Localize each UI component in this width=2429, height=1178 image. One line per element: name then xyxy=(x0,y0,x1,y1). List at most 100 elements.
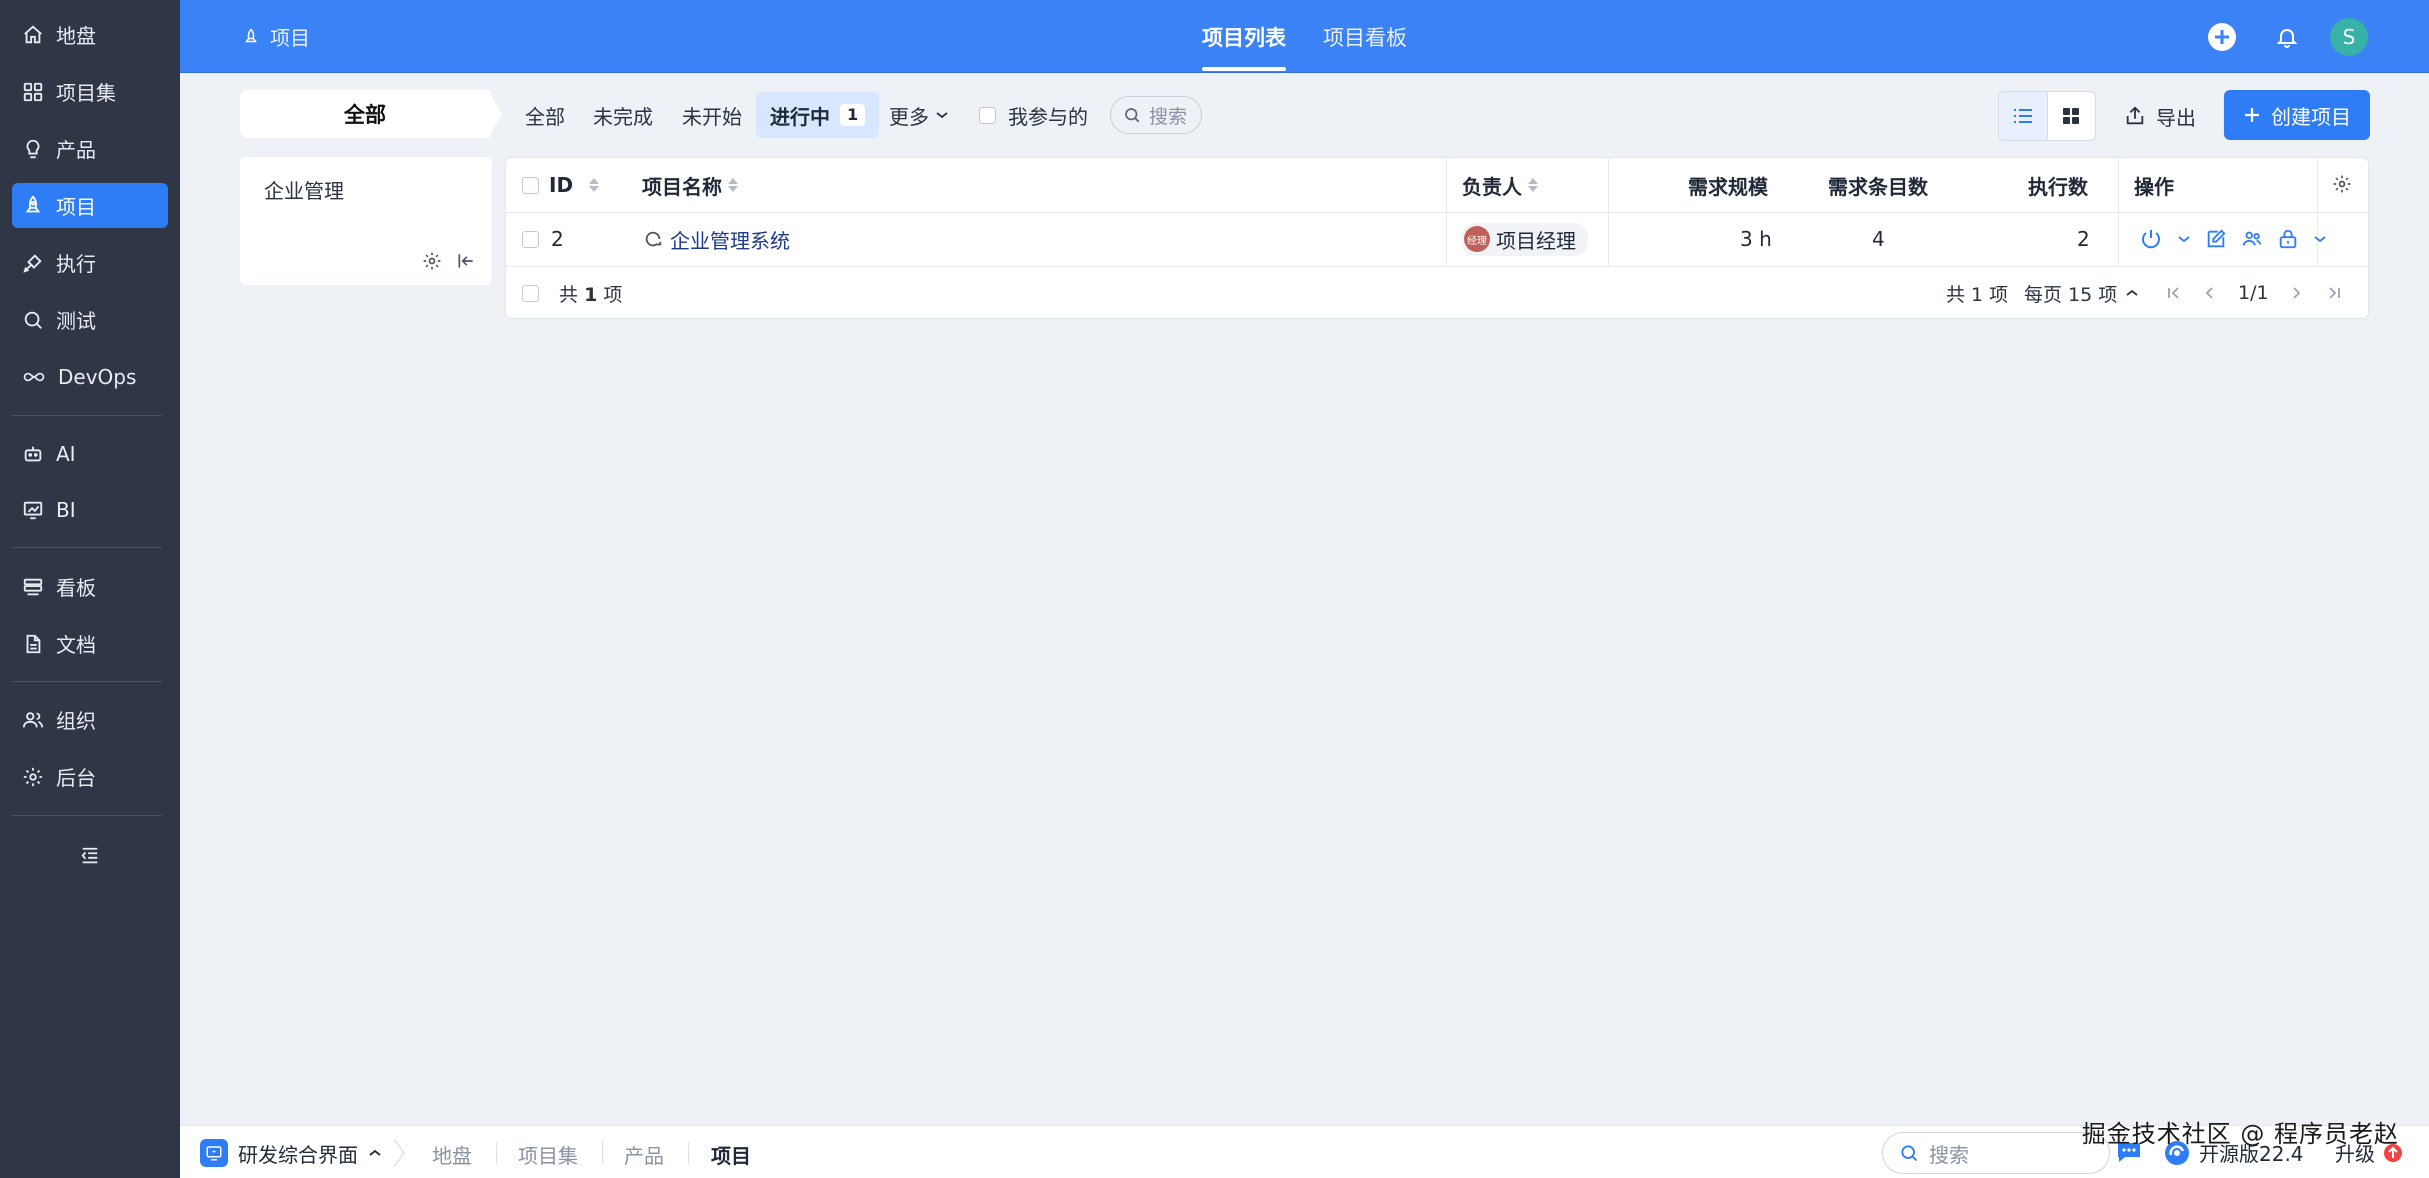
column-header-scale[interactable]: 需求规模 xyxy=(1688,158,1768,212)
edit-icon xyxy=(2207,229,2226,248)
column-header-id[interactable]: ID xyxy=(522,158,600,212)
page-indicator: 1/1 xyxy=(2238,282,2269,304)
lock-icon xyxy=(2279,229,2297,249)
grid-icon xyxy=(2061,106,2081,126)
prev-page-button[interactable] xyxy=(2204,266,2216,320)
search-toggle[interactable]: 搜索 xyxy=(1110,96,1202,134)
tree-collapse-button[interactable] xyxy=(456,251,476,271)
column-owner-label: 负责人 xyxy=(1462,174,1522,199)
sidebar-item-org[interactable]: 组织 xyxy=(12,697,168,742)
start-dropdown-button[interactable] xyxy=(2177,234,2191,244)
crumb-separator xyxy=(496,1142,497,1164)
sidebar-item-product[interactable]: 产品 xyxy=(12,126,168,171)
sidebar-item-test[interactable]: 测试 xyxy=(12,297,168,342)
last-page-icon xyxy=(2326,286,2342,300)
filter-involved[interactable]: 我参与的 xyxy=(979,92,1088,138)
table-settings-button[interactable] xyxy=(2332,174,2352,194)
active-tab-indicator xyxy=(1202,67,1286,71)
sidebar-item-dashboard[interactable]: 地盘 xyxy=(12,12,168,57)
filter-count-badge: 1 xyxy=(840,104,866,126)
tree-item-program[interactable]: 企业管理 xyxy=(264,175,344,204)
list-view-button[interactable] xyxy=(1999,92,2048,140)
rocket-icon xyxy=(22,195,44,217)
sidebar-item-program[interactable]: 项目集 xyxy=(12,69,168,114)
more-actions-button[interactable] xyxy=(2313,234,2327,244)
export-button[interactable]: 导出 xyxy=(2124,98,2196,134)
launch-icon xyxy=(22,252,44,274)
column-header-executions[interactable]: 执行数 xyxy=(2028,158,2088,212)
column-header-name[interactable]: 项目名称 xyxy=(642,158,738,212)
sidebar-divider xyxy=(12,415,162,416)
sidebar-item-ai[interactable]: AI xyxy=(12,431,168,476)
execution-count: 2 xyxy=(2077,227,2090,251)
footer-crumb-dashboard[interactable]: 地盘 xyxy=(432,1140,472,1169)
user-avatar[interactable]: S xyxy=(2330,18,2368,56)
tree-settings-button[interactable] xyxy=(422,251,442,271)
sidebar-item-label: 测试 xyxy=(56,309,96,333)
sort-icon xyxy=(1528,178,1538,192)
per-page-label: 每页 15 项 xyxy=(2024,283,2118,306)
team-button[interactable] xyxy=(2241,228,2263,250)
filter-wait[interactable]: 未开始 xyxy=(682,92,742,138)
notifications-button[interactable] xyxy=(2268,18,2306,56)
create-project-label: 创建项目 xyxy=(2271,104,2351,129)
search-icon xyxy=(1899,1143,1919,1163)
footer-select-all-checkbox[interactable] xyxy=(522,284,539,302)
sidebar-item-kanban[interactable]: 看板 xyxy=(12,564,168,609)
sidebar-item-label: DevOps xyxy=(58,364,137,389)
project-name-link[interactable]: 企业管理系统 xyxy=(642,212,790,266)
column-header-owner[interactable]: 负责人 xyxy=(1462,158,1538,212)
row-checkbox[interactable] xyxy=(522,230,539,248)
summary-text: 共 1 项 xyxy=(559,280,622,307)
sidebar-item-doc[interactable]: 文档 xyxy=(12,621,168,666)
create-project-button[interactable]: 创建项目 xyxy=(2224,90,2370,140)
sidebar-item-label: 后台 xyxy=(56,766,96,790)
next-page-button[interactable] xyxy=(2290,266,2302,320)
filter-all[interactable]: 全部 xyxy=(525,92,565,138)
sidebar-item-bi[interactable]: BI xyxy=(12,487,168,532)
column-header-stories[interactable]: 需求条目数 xyxy=(1828,158,1928,212)
start-button[interactable] xyxy=(2139,227,2163,251)
sidebar-collapse-button[interactable] xyxy=(70,840,110,872)
app-switcher[interactable]: 研发综合界面 xyxy=(200,1136,382,1170)
sidebar-item-label: 地盘 xyxy=(56,24,96,48)
summary-suffix: 项 xyxy=(603,283,623,306)
owner-chip[interactable]: 经理 项目经理 xyxy=(1462,222,1588,256)
whitelist-button[interactable] xyxy=(2277,228,2299,250)
crumb-separator xyxy=(602,1142,603,1164)
quick-create-button[interactable] xyxy=(2203,18,2241,56)
card-view-button[interactable] xyxy=(2048,92,2096,140)
filter-doing[interactable]: 进行中 1 xyxy=(756,92,880,138)
tab-project-list[interactable]: 项目列表 xyxy=(1202,22,1286,52)
first-page-button[interactable] xyxy=(2166,266,2182,320)
scope-selector[interactable]: 全部 xyxy=(240,90,490,138)
sidebar-item-project[interactable]: 项目 xyxy=(12,183,168,228)
involved-checkbox[interactable] xyxy=(979,106,996,124)
project-table: ID 项目名称 负责人 需求规模 需求条目数 执行数 操作 2 企业管理系统 经… xyxy=(505,157,2370,320)
story-count: 4 xyxy=(1872,227,1885,251)
edit-button[interactable] xyxy=(2205,228,2227,250)
sidebar-item-label: 文档 xyxy=(56,633,96,657)
document-icon xyxy=(22,633,44,655)
sidebar-item-admin[interactable]: 后台 xyxy=(12,754,168,799)
global-search-input[interactable]: 搜索 xyxy=(1882,1132,2110,1174)
per-page-selector[interactable]: 每页 15 项 xyxy=(2024,266,2139,320)
filter-undone[interactable]: 未完成 xyxy=(593,92,653,138)
breadcrumb[interactable]: 项目 xyxy=(242,22,310,51)
select-all-checkbox[interactable] xyxy=(522,176,539,194)
last-page-button[interactable] xyxy=(2326,266,2342,320)
footer-crumb-project[interactable]: 项目 xyxy=(711,1140,751,1169)
footer-crumb-product[interactable]: 产品 xyxy=(624,1140,664,1169)
filter-more[interactable]: 更多 xyxy=(889,92,949,138)
infinity-icon xyxy=(22,366,46,388)
scope-arrow xyxy=(488,90,502,138)
sidebar-item-devops[interactable]: DevOps xyxy=(12,354,168,399)
sidebar-item-label: 项目集 xyxy=(56,81,116,105)
footer-crumb-program[interactable]: 项目集 xyxy=(518,1140,578,1169)
sidebar-divider xyxy=(12,547,162,548)
sidebar-item-execution[interactable]: 执行 xyxy=(12,240,168,285)
chevron-right-icon xyxy=(392,1138,406,1168)
first-page-icon xyxy=(2166,286,2182,300)
chevron-down-icon xyxy=(2178,236,2190,243)
tab-project-kanban[interactable]: 项目看板 xyxy=(1323,22,1407,52)
